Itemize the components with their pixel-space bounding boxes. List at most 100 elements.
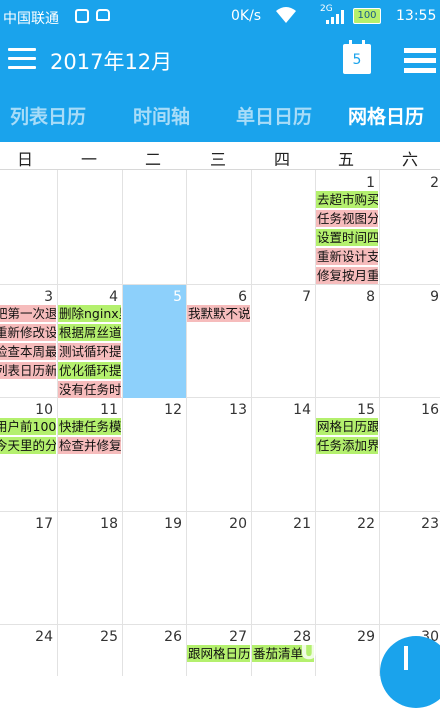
day-cell[interactable]: 27 跟网格日历 xyxy=(187,625,251,676)
event-chip[interactable]: 今天里的分 xyxy=(0,437,56,454)
day-number: 6 xyxy=(238,289,247,305)
event-chip[interactable]: 重新修改设 xyxy=(0,324,56,341)
app-notification-icon xyxy=(96,9,110,21)
event-chip[interactable]: 去超市购买 xyxy=(316,191,378,208)
day-number: 10 xyxy=(35,402,53,418)
day-cell[interactable]: 7 xyxy=(252,285,315,398)
network-speed: 0K/s xyxy=(231,8,262,24)
day-cell[interactable]: 10用户前100名今天里的分 xyxy=(0,398,57,511)
day-cell[interactable]: 18 xyxy=(58,512,122,625)
tab-timeline[interactable]: 时间轴 xyxy=(133,102,190,129)
tab-single-day[interactable]: 单日日历 xyxy=(236,102,312,129)
day-cell[interactable]: 2 xyxy=(380,171,440,284)
day-number: 15 xyxy=(357,402,375,418)
hamburger-icon[interactable] xyxy=(8,46,36,70)
day-cell[interactable]: 21 xyxy=(252,512,315,625)
event-chip[interactable]: 我默默不说 xyxy=(187,305,250,322)
day-number: 2 xyxy=(430,175,439,191)
weekday-label: 六 xyxy=(401,150,418,169)
event-chip[interactable]: 任务视图分 xyxy=(316,210,378,227)
day-cell[interactable]: 17 xyxy=(0,512,57,625)
carrier-name: 中国联通 xyxy=(3,11,59,27)
event-chip[interactable]: 列表日历新 xyxy=(0,362,56,379)
event-chip[interactable]: 根据屌丝道 xyxy=(58,324,121,341)
event-chip[interactable]: 测试循环提 xyxy=(58,343,121,360)
more-menu-icon[interactable] xyxy=(404,48,436,73)
event-chip[interactable]: 设置时间四 xyxy=(316,229,378,246)
day-cell[interactable] xyxy=(58,171,122,284)
status-bar: 中国联通 0K/s 2G 100 13:55 xyxy=(0,0,440,34)
day-cell[interactable]: 8 xyxy=(316,285,379,398)
day-cell[interactable]: 11 快捷任务模检查并修复 xyxy=(58,398,122,511)
event-chip[interactable]: 优化循环提 xyxy=(58,362,121,379)
day-number: 1 xyxy=(366,175,375,191)
day-cell[interactable]: 22 xyxy=(316,512,379,625)
event-chip[interactable]: 网格日历跟 xyxy=(316,418,378,435)
event-chip[interactable]: 修复按月重 xyxy=(316,267,378,284)
day-cell[interactable]: 12 xyxy=(123,398,186,511)
day-number: 19 xyxy=(164,516,182,532)
weekday-label: 日 xyxy=(16,150,33,169)
watermark-logo: UG.co xyxy=(300,640,373,665)
day-cell[interactable] xyxy=(0,171,57,284)
day-number: 13 xyxy=(229,402,247,418)
event-chip[interactable]: 任务添加界 xyxy=(316,437,378,454)
day-cell[interactable]: 14 xyxy=(252,398,315,511)
weekday-label: 四 xyxy=(273,150,290,169)
day-cell[interactable]: 24 xyxy=(0,625,57,676)
day-cell[interactable]: 23 xyxy=(380,512,440,625)
day-cell[interactable]: 13 xyxy=(187,398,251,511)
day-cell[interactable]: 26 xyxy=(123,625,186,676)
day-number: 26 xyxy=(164,629,182,645)
calendar-today-icon[interactable]: 5 xyxy=(343,40,371,74)
day-cell[interactable]: 9 xyxy=(380,285,440,398)
day-number: 24 xyxy=(35,629,53,645)
event-chip[interactable]: 检查并修复 xyxy=(58,437,121,454)
day-cell[interactable] xyxy=(187,171,251,284)
add-icon[interactable] xyxy=(380,636,440,708)
day-number: 18 xyxy=(100,516,118,532)
day-cell[interactable]: 4删除nginx里根据屌丝道测试循环提优化循环提没有任务时 xyxy=(58,285,122,398)
weekday-header: 日 一 二 三 四 五 六 xyxy=(0,142,440,170)
day-number: 3 xyxy=(44,289,53,305)
day-cell[interactable]: 25 xyxy=(58,625,122,676)
day-number: 16 xyxy=(421,402,439,418)
clock: 13:55 xyxy=(396,8,437,24)
battery-icon: 100 xyxy=(353,8,381,24)
event-chip[interactable]: 吧第一次退 xyxy=(0,305,56,322)
day-number: 17 xyxy=(35,516,53,532)
day-cell[interactable]: 16 xyxy=(380,398,440,511)
event-chip[interactable]: 删除nginx里 xyxy=(58,305,121,322)
day-cell[interactable] xyxy=(123,171,186,284)
event-chip[interactable]: 用户前100名 xyxy=(0,418,56,435)
view-tabs: 列表日历 时间轴 单日日历 网格日历 xyxy=(0,86,440,142)
day-cell[interactable]: 5 xyxy=(123,285,186,398)
weekday-label: 二 xyxy=(144,150,161,169)
day-number: 4 xyxy=(109,289,118,305)
day-cell[interactable]: 19 xyxy=(123,512,186,625)
day-number: 20 xyxy=(229,516,247,532)
event-chip[interactable]: 跟网格日历 xyxy=(187,645,250,662)
event-chip[interactable]: 重新设计支 xyxy=(316,248,378,265)
tab-grid-calendar[interactable]: 网格日历 xyxy=(348,102,424,129)
day-cell[interactable]: 20 xyxy=(187,512,251,625)
day-number: 11 xyxy=(100,402,118,418)
day-cell[interactable]: 15 网格日历跟任务添加界 xyxy=(316,398,379,511)
tab-list-calendar[interactable]: 列表日历 xyxy=(10,102,86,129)
check-notification-icon xyxy=(75,9,89,23)
day-number: 7 xyxy=(302,289,311,305)
app-bar: 2017年12月 5 xyxy=(0,34,440,86)
day-cell[interactable]: 6 我默默不说 xyxy=(187,285,251,398)
day-cell[interactable] xyxy=(252,171,315,284)
day-number: 9 xyxy=(430,289,439,305)
day-number: 8 xyxy=(366,289,375,305)
event-chip[interactable]: 没有任务时 xyxy=(58,381,121,398)
event-chip[interactable]: 检查本周最 xyxy=(0,343,56,360)
month-title[interactable]: 2017年12月 xyxy=(50,46,172,76)
day-number: 25 xyxy=(100,629,118,645)
day-cell[interactable]: 3 吧第一次退重新修改设检查本周最列表日历新 xyxy=(0,285,57,398)
day-number: 22 xyxy=(357,516,375,532)
weekday-label: 三 xyxy=(209,150,226,169)
day-cell[interactable]: 1 去超市购买任务视图分设置时间四重新设计支修复按月重 xyxy=(316,171,379,284)
event-chip[interactable]: 快捷任务模 xyxy=(58,418,121,435)
